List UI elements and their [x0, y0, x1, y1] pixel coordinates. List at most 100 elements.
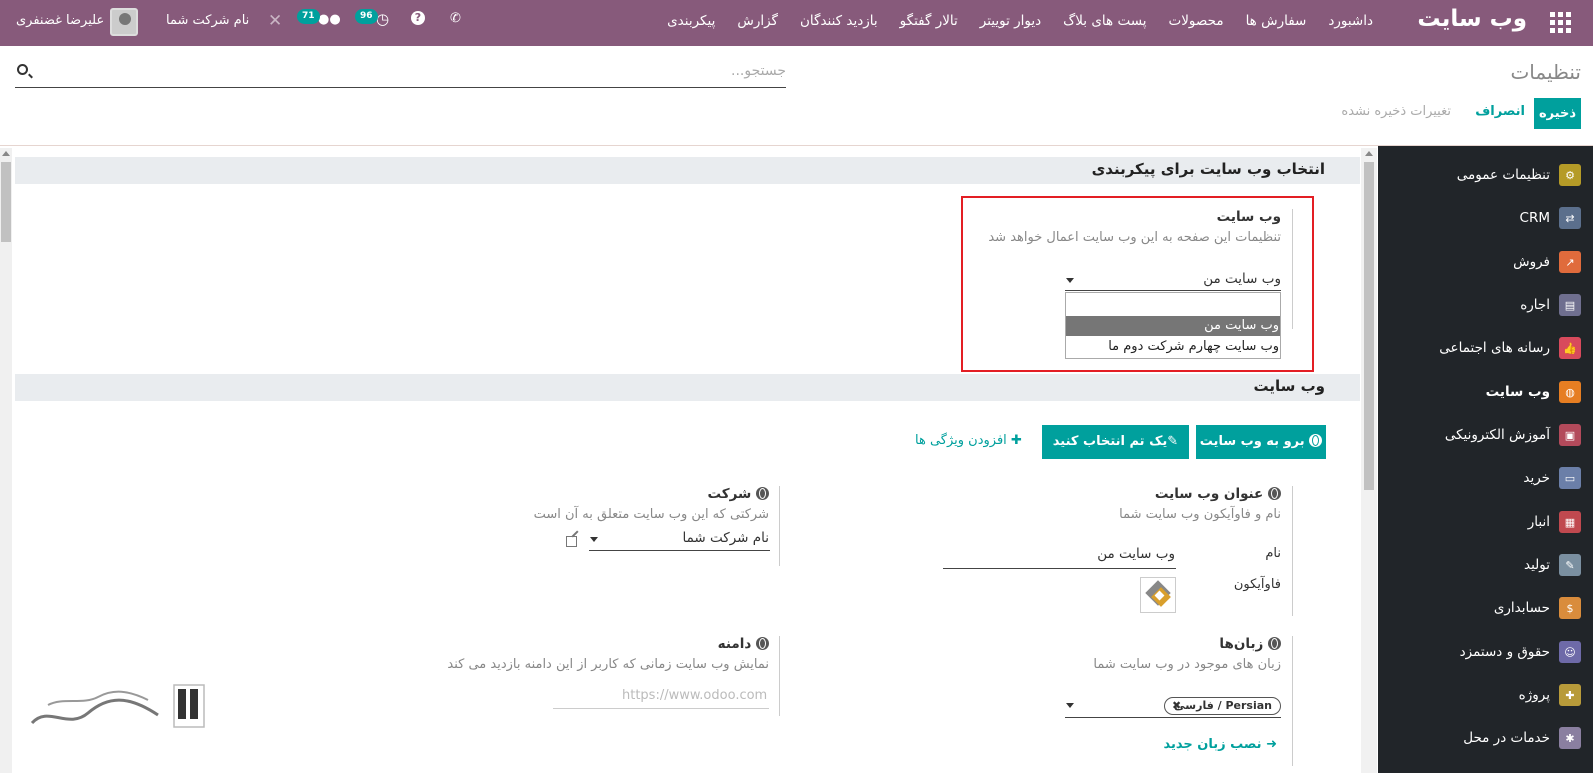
menu-item-forum[interactable]: تالار گفتگو: [900, 13, 958, 29]
close-icon[interactable]: ✕: [268, 11, 282, 31]
favicon-image[interactable]: [1140, 577, 1176, 613]
chevron-down-icon[interactable]: [590, 537, 598, 542]
page-title: تنظیمات: [1510, 60, 1581, 84]
rental-icon: ▤: [1559, 294, 1581, 316]
install-language-link[interactable]: ➜ نصب زبان جدید: [1163, 737, 1277, 752]
puzzle-icon: ✚: [1559, 684, 1581, 706]
language-tag: Persian / فارسی ✖: [1164, 697, 1281, 715]
clock-icon[interactable]: ◷: [376, 10, 389, 28]
sidebar-item-website[interactable]: ◍ وب سایت: [1486, 380, 1581, 404]
avatar[interactable]: [110, 8, 138, 36]
user-name[interactable]: علیرضا غضنفری: [16, 13, 104, 28]
search-placeholder: جستجو...: [731, 63, 786, 79]
activities-badge: 96: [355, 9, 378, 24]
sidebar-item-label: فروش: [1513, 254, 1550, 270]
gear-icon: ⚙: [1559, 164, 1581, 186]
chat-icon[interactable]: ●●: [318, 12, 341, 27]
menu-item-reporting[interactable]: گزارش: [737, 13, 778, 29]
remove-tag-icon[interactable]: ✖: [1172, 698, 1181, 714]
sidebar-item-label: حسابداری: [1493, 600, 1550, 616]
sidebar-item-rental[interactable]: ▤ اجاره: [1520, 293, 1581, 317]
button-label: یک تم انتخاب کنید: [1052, 434, 1168, 449]
sidebar-item-social-media[interactable]: 👍 رسانه های اجتماعی: [1439, 336, 1581, 360]
phone-icon[interactable]: ✆: [450, 11, 461, 26]
app-brand[interactable]: وب سایت: [1417, 6, 1527, 32]
menu-item-orders[interactable]: سفارش ها: [1246, 13, 1307, 29]
sidebar-item-label: رسانه های اجتماعی: [1439, 340, 1550, 356]
domain-input-underline: [553, 708, 769, 709]
arrow-right-icon: ➜: [1266, 737, 1277, 752]
globe-icon: [1268, 487, 1281, 500]
languages-select-underline: [1065, 717, 1281, 718]
scroll-up-arrow[interactable]: [1365, 151, 1373, 156]
sidebar-item-manufacturing[interactable]: ✎ تولید: [1524, 553, 1581, 577]
company-label: شرکت: [707, 486, 769, 502]
menu-item-dashboard[interactable]: داشبورد: [1328, 13, 1373, 29]
website-name-input[interactable]: وب سایت من: [1097, 546, 1175, 562]
scroll-up-arrow[interactable]: [2, 151, 10, 156]
sidebar-item-label: CRM: [1519, 210, 1550, 226]
wrench-icon: ✎: [1559, 554, 1581, 576]
unsaved-changes-label: تغییرات ذخیره نشده: [1341, 104, 1451, 119]
sidebar-item-label: وب سایت: [1485, 384, 1550, 400]
name-label: نام: [1265, 546, 1281, 561]
add-features-link[interactable]: ✚ افزودن ویژگی ها: [915, 433, 1022, 448]
main-menu: داشبورد سفارش ها محصولات پست های بلاگ دی…: [667, 13, 1373, 29]
field-service-icon: ✱: [1559, 727, 1581, 749]
scroll-thumb[interactable]: [1364, 162, 1374, 490]
sidebar-item-sales[interactable]: ↗ فروش: [1513, 250, 1581, 274]
divider: [0, 145, 1593, 146]
apps-menu-icon[interactable]: [1549, 12, 1571, 34]
discard-button[interactable]: انصراف: [1475, 104, 1525, 119]
boxes-icon: ▦: [1559, 511, 1581, 533]
link-label: افزودن ویژگی ها: [915, 433, 1007, 448]
scroll-thumb[interactable]: [1, 162, 11, 242]
search-input[interactable]: جستجو...: [15, 60, 786, 88]
sidebar-item-general-settings[interactable]: ⚙ تنظیمات عمومی: [1457, 163, 1581, 187]
search-icon[interactable]: [17, 64, 28, 75]
sidebar-item-accounting[interactable]: $ حسابداری: [1494, 596, 1581, 620]
menu-item-twitter-wall[interactable]: دیوار توییتر: [980, 13, 1041, 29]
sidebar-item-elearning[interactable]: ▣ آموزش الکترونیکی: [1445, 423, 1581, 447]
menu-item-visitors[interactable]: بازدید کنندگان: [800, 13, 878, 29]
sidebar-item-label: حقوق و دستمزد: [1459, 644, 1550, 660]
chart-icon: ↗: [1559, 251, 1581, 273]
company-switcher[interactable]: نام شرکت شما: [166, 13, 249, 28]
section-title: انتخاب وب سایت برای پیکربندی: [1091, 160, 1325, 178]
sidebar-item-field-service[interactable]: ✱ خدمات در محل: [1463, 726, 1581, 750]
label-text: دامنه: [717, 636, 752, 652]
go-to-website-button[interactable]: برو به وب سایت: [1196, 425, 1326, 459]
left-scrollbar[interactable]: [0, 148, 12, 773]
sidebar-item-label: تولید: [1523, 557, 1550, 573]
help-icon[interactable]: ?: [411, 11, 425, 25]
pick-theme-button[interactable]: ✎یک تم انتخاب کنید: [1042, 425, 1189, 459]
plus-icon: ✚: [1010, 433, 1022, 448]
label-text: شرکت: [707, 486, 752, 502]
external-link-icon[interactable]: [566, 536, 577, 547]
company-select-underline: [589, 550, 770, 551]
menu-item-configuration[interactable]: پیکربندی: [667, 13, 715, 29]
sidebar-item-payroll[interactable]: ☺ حقوق و دستمزد: [1460, 640, 1581, 664]
company-select[interactable]: نام شرکت شما: [683, 530, 769, 546]
globe-icon: [756, 487, 769, 500]
sidebar-item-label: خدمات در محل: [1463, 730, 1550, 746]
sidebar-item-project[interactable]: ✚ پروژه: [1519, 683, 1581, 707]
settings-sidebar: ⚙ تنظیمات عمومی ⇄ CRM ↗ فروش ▤ اجاره 👍 رسانه …: [1378, 146, 1593, 773]
main-scrollbar[interactable]: [1361, 148, 1377, 773]
sidebar-item-crm[interactable]: ⇄ CRM: [1520, 206, 1581, 230]
sidebar-item-inventory[interactable]: ▦ انبار: [1528, 510, 1581, 534]
watermark-logo: [30, 684, 205, 728]
menu-item-blog-posts[interactable]: پست های بلاگ: [1063, 13, 1146, 29]
chevron-down-icon[interactable]: [1066, 703, 1074, 708]
section-title: وب سایت: [1253, 377, 1325, 395]
languages-help: زبان های موجود در وب سایت شما: [1093, 657, 1281, 672]
menu-item-products[interactable]: محصولات: [1169, 13, 1224, 29]
top-navbar: وب سایت داشبورد سفارش ها محصولات پست های…: [0, 0, 1593, 46]
sidebar-item-label: خرید: [1523, 470, 1550, 486]
globe-icon: [756, 637, 769, 650]
domain-input-placeholder[interactable]: https://www.odoo.com: [622, 688, 767, 703]
handshake-icon: ⇄: [1559, 207, 1581, 229]
save-button[interactable]: ذخیره: [1534, 98, 1581, 129]
divider: [1292, 486, 1293, 616]
sidebar-item-purchase[interactable]: ▭ خرید: [1523, 466, 1581, 490]
